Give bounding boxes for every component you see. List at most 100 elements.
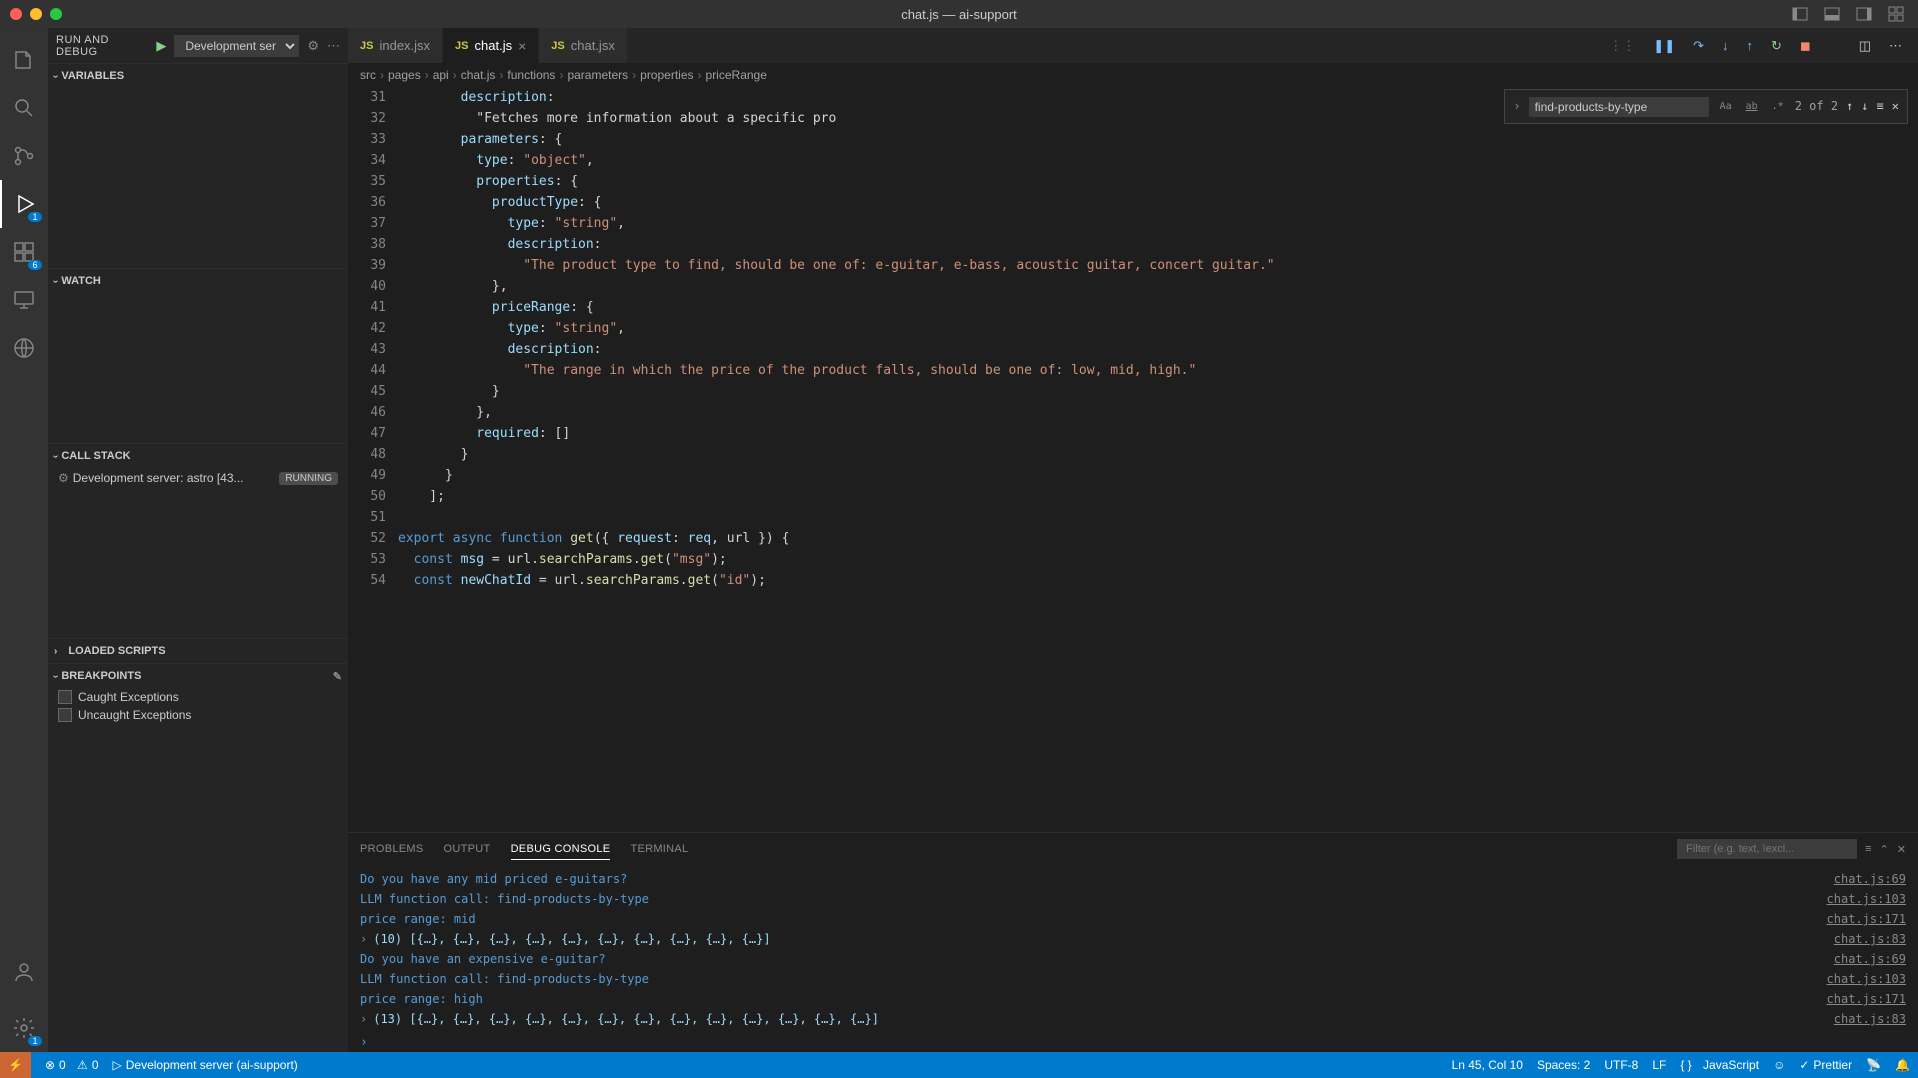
find-input[interactable]	[1529, 97, 1709, 117]
status-copilot-icon[interactable]: ☺	[1773, 1058, 1785, 1072]
checkbox[interactable]	[58, 690, 72, 704]
maximize-window[interactable]	[50, 8, 62, 20]
find-expand-icon[interactable]: ›	[1513, 96, 1520, 117]
variables-section[interactable]: ›VARIABLES	[48, 64, 348, 88]
status-language[interactable]: { } JavaScript	[1680, 1058, 1759, 1072]
split-editor-icon[interactable]: ◫	[1855, 34, 1875, 58]
editor-tab[interactable]: JSchat.js×	[443, 28, 539, 63]
breakpoints-section[interactable]: ›BREAKPOINTS✎	[48, 664, 348, 688]
find-next-button[interactable]: ↓	[1861, 96, 1868, 117]
minimize-window[interactable]	[30, 8, 42, 20]
step-over-button[interactable]: ↷	[1689, 34, 1708, 58]
drag-handle-icon[interactable]: ⋮⋮	[1605, 34, 1639, 58]
code-content[interactable]: description: "Fetches more information a…	[398, 87, 1918, 832]
regex-toggle[interactable]: .*	[1769, 94, 1787, 119]
customize-layout-icon[interactable]	[1884, 4, 1908, 24]
restart-button[interactable]: ↻	[1767, 34, 1786, 58]
start-debug-button[interactable]: ▶	[156, 38, 166, 54]
status-badge: RUNNING	[279, 472, 338, 485]
panel-close-icon[interactable]: ✕	[1897, 843, 1906, 856]
checkbox[interactable]	[58, 708, 72, 722]
breadcrumb-segment[interactable]: properties	[640, 68, 693, 82]
code-editor[interactable]: › Aa ab .* 2 of 2 ↑ ↓ ≡ ✕ 31323334353637…	[348, 87, 1918, 832]
status-debug-session[interactable]: ▷Development server (ai-support)	[113, 1058, 298, 1072]
close-tab-icon[interactable]: ×	[518, 38, 526, 54]
console-filter-input[interactable]	[1677, 839, 1857, 859]
warning-icon: ⚠	[77, 1058, 88, 1072]
match-case-toggle[interactable]: Aa	[1717, 94, 1735, 119]
console-source-link[interactable]: chat.js:83	[1834, 1009, 1906, 1029]
find-close-button[interactable]: ✕	[1892, 96, 1899, 117]
status-eol[interactable]: LF	[1652, 1058, 1666, 1072]
status-errors[interactable]: ⊗0 ⚠0	[45, 1058, 99, 1072]
breadcrumb[interactable]: src›pages›api›chat.js›functions›paramete…	[348, 63, 1918, 87]
console-prompt[interactable]: ›	[348, 1033, 1918, 1052]
js-file-icon: JS	[455, 40, 468, 52]
step-out-button[interactable]: ↑	[1743, 34, 1758, 57]
breadcrumb-segment[interactable]: api	[433, 68, 449, 82]
settings-gear-icon[interactable]: 1	[0, 1004, 48, 1052]
breakpoint-caught[interactable]: Caught Exceptions	[48, 688, 348, 706]
layout-panel-icon[interactable]	[1820, 4, 1844, 24]
search-icon[interactable]	[0, 84, 48, 132]
gear-icon[interactable]: ⚙	[307, 38, 319, 54]
console-source-link[interactable]: chat.js:103	[1827, 969, 1906, 989]
watch-section[interactable]: ›WATCH	[48, 269, 348, 293]
console-source-link[interactable]: chat.js:171	[1827, 989, 1906, 1009]
breadcrumb-segment[interactable]: src	[360, 68, 376, 82]
loaded-scripts-section[interactable]: › LOADED SCRIPTS	[48, 639, 348, 663]
status-prettier[interactable]: ✓Prettier	[1799, 1058, 1852, 1072]
editor-tab[interactable]: JSindex.jsx	[348, 28, 443, 63]
status-bell-icon[interactable]: 🔔	[1895, 1058, 1910, 1072]
console-source-link[interactable]: chat.js:83	[1834, 929, 1906, 949]
status-cursor[interactable]: Ln 45, Col 10	[1452, 1058, 1523, 1072]
step-into-button[interactable]: ↓	[1718, 34, 1733, 57]
breadcrumb-segment[interactable]: parameters	[567, 68, 628, 82]
close-window[interactable]	[10, 8, 22, 20]
more-icon[interactable]: ⋯	[327, 38, 340, 54]
breakpoint-uncaught[interactable]: Uncaught Exceptions	[48, 706, 348, 724]
edit-icon[interactable]: ✎	[333, 670, 342, 683]
astro-icon[interactable]	[0, 324, 48, 372]
console-source-link[interactable]: chat.js:69	[1834, 869, 1906, 889]
layout-sidebar-left-icon[interactable]	[1788, 4, 1812, 24]
breadcrumb-segment[interactable]: chat.js	[461, 68, 496, 82]
breadcrumb-segment[interactable]: pages	[388, 68, 421, 82]
tab-terminal[interactable]: TERMINAL	[630, 839, 688, 859]
breadcrumb-segment[interactable]: priceRange	[706, 68, 767, 82]
tab-output[interactable]: OUTPUT	[444, 839, 491, 859]
breadcrumb-segment[interactable]: functions	[507, 68, 555, 82]
console-source-link[interactable]: chat.js:171	[1827, 909, 1906, 929]
console-source-link[interactable]: chat.js:69	[1834, 949, 1906, 969]
whole-word-toggle[interactable]: ab	[1743, 94, 1761, 119]
stop-button[interactable]: ◼	[1796, 34, 1815, 58]
tab-debug-console[interactable]: DEBUG CONSOLE	[511, 839, 611, 860]
callstack-entry[interactable]: ⚙ Development server: astro [43... RUNNI…	[48, 468, 348, 488]
pause-button[interactable]: ❚❚	[1649, 34, 1679, 58]
editor-tab[interactable]: JSchat.jsx	[539, 28, 628, 63]
console-source-link[interactable]: chat.js:103	[1827, 889, 1906, 909]
filter-icon[interactable]: ≡	[1865, 843, 1871, 855]
status-feedback-icon[interactable]: 📡	[1866, 1058, 1881, 1072]
remote-explorer-icon[interactable]	[0, 276, 48, 324]
debug-config-select[interactable]: Development ser	[174, 35, 299, 57]
callstack-section[interactable]: ›CALL STACK	[48, 444, 348, 468]
expand-icon[interactable]: ›	[360, 932, 367, 946]
source-control-icon[interactable]	[0, 132, 48, 180]
accounts-icon[interactable]	[0, 948, 48, 996]
status-encoding[interactable]: UTF-8	[1604, 1058, 1638, 1072]
find-widget: › Aa ab .* 2 of 2 ↑ ↓ ≡ ✕	[1504, 89, 1908, 124]
layout-sidebar-right-icon[interactable]	[1852, 4, 1876, 24]
explorer-icon[interactable]	[0, 36, 48, 84]
panel-collapse-icon[interactable]: ⌃	[1880, 843, 1889, 856]
extensions-icon[interactable]: 6	[0, 228, 48, 276]
expand-icon[interactable]: ›	[360, 1012, 367, 1026]
find-selection-icon[interactable]: ≡	[1877, 96, 1884, 117]
run-debug-icon[interactable]: 1	[0, 180, 48, 228]
find-prev-button[interactable]: ↑	[1846, 96, 1853, 117]
remote-indicator[interactable]: ⚡	[0, 1052, 31, 1078]
status-spaces[interactable]: Spaces: 2	[1537, 1058, 1590, 1072]
tab-problems[interactable]: PROBLEMS	[360, 839, 424, 859]
debug-console-output[interactable]: Do you have any mid priced e-guitars?cha…	[348, 865, 1918, 1033]
more-actions-icon[interactable]: ⋯	[1885, 34, 1906, 58]
